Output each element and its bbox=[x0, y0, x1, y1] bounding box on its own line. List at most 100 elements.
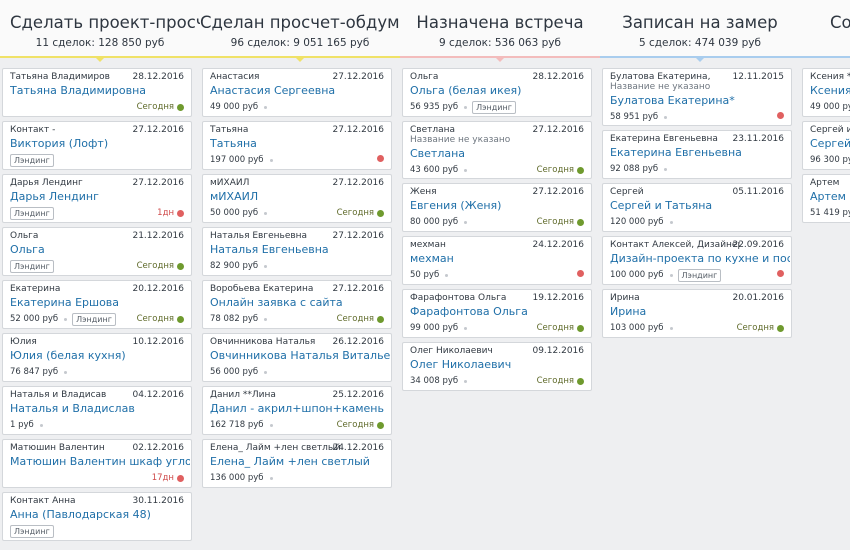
deal-card[interactable]: Артем Артем и 51 419 руб bbox=[802, 174, 850, 223]
deal-card[interactable]: Булатова Екатерина, 12.11.2015 Название не… bbox=[602, 68, 792, 126]
deal-card[interactable]: Овчинникова Наталья 26.12.2016 Овчинникова… bbox=[202, 333, 392, 382]
deal-card[interactable]: Ирина 20.01.2016 Ирина 103 000 руб Сегодня bbox=[602, 289, 792, 338]
card-contact[interactable]: мехман bbox=[410, 240, 540, 250]
card-contact[interactable]: Данил **Лина bbox=[210, 390, 340, 400]
card-deal-title[interactable]: Юлия (белая кухня) bbox=[10, 349, 190, 362]
card-contact[interactable]: Наталья Евгеньевна bbox=[210, 231, 340, 241]
card-deal-title[interactable]: Елена_ Лайм +лен светлый bbox=[210, 455, 390, 468]
column-header[interactable]: Назначена встреча 9 сделок: 536 063 руб bbox=[400, 0, 600, 62]
card-tag[interactable]: Лэндинг bbox=[72, 312, 116, 326]
deal-card[interactable]: Екатерина 20.12.2016 Екатерина Ершова 52 00… bbox=[2, 280, 192, 329]
card-deal-title[interactable]: Сергей и Мария bbox=[810, 137, 850, 150]
card-contact[interactable]: Фарафонтова Ольга bbox=[410, 293, 540, 303]
column-header[interactable]: Согласование bbox=[800, 0, 850, 58]
card-contact[interactable]: Светлана bbox=[410, 125, 540, 135]
column-header[interactable]: Сделать проект-просчет 11 сделок: 128 850… bbox=[0, 0, 200, 62]
card-deal-title[interactable]: Виктория (Лофт) bbox=[10, 137, 190, 150]
card-deal-title[interactable]: Екатерина Евгеньевна bbox=[610, 146, 790, 159]
deal-card[interactable]: Контакт Анна 30.11.2016 Анна (Павлодарская… bbox=[2, 492, 192, 541]
card-task-status[interactable] bbox=[577, 270, 584, 277]
deal-card[interactable]: Сергей и Мария Сергей и Мария 96 300 руб bbox=[802, 121, 850, 170]
card-contact[interactable]: Контакт Алексей, Дизайнер bbox=[610, 240, 740, 250]
card-contact[interactable]: Воробьева Екатерина bbox=[210, 284, 340, 294]
deal-card[interactable]: Данил **Лина 25.12.2016 Данил - акрил+шпон… bbox=[202, 386, 392, 435]
deal-card[interactable]: Анастасия 27.12.2016 Анастасия Сергеевна 49… bbox=[202, 68, 392, 117]
deal-card[interactable]: Наталья Евгеньевна 27.12.2016 Наталья Евге… bbox=[202, 227, 392, 276]
column-header[interactable]: Записан на замер 5 сделок: 474 039 руб bbox=[600, 0, 800, 62]
card-deal-title[interactable]: Фарафонтова Ольга bbox=[410, 305, 590, 318]
card-contact[interactable]: Ирина bbox=[610, 293, 740, 303]
deal-card[interactable]: Матюшин Валентин 02.12.2016 Матюшин Валент… bbox=[2, 439, 192, 488]
card-deal-title[interactable]: Дарья Лендинг bbox=[10, 190, 190, 203]
card-deal-title[interactable]: Наталья Евгеньевна bbox=[210, 243, 390, 256]
card-task-status[interactable]: Сегодня bbox=[137, 314, 184, 324]
deal-card[interactable]: Юлия 10.12.2016 Юлия (белая кухня) 76 847 р… bbox=[2, 333, 192, 382]
card-deal-title[interactable]: Наталья и Владислав bbox=[10, 402, 190, 415]
deal-card[interactable]: Светлана 27.12.2016 Название не указано Све… bbox=[402, 121, 592, 179]
deal-card[interactable]: Фарафонтова Ольга 19.12.2016 Фарафонтова О… bbox=[402, 289, 592, 338]
card-task-status[interactable]: Сегодня bbox=[737, 323, 784, 333]
card-contact[interactable]: Екатерина bbox=[10, 284, 140, 294]
card-task-status[interactable]: Сегодня bbox=[537, 165, 584, 175]
card-tag[interactable]: Лэндинг bbox=[10, 153, 54, 167]
card-deal-title[interactable]: Екатерина Ершова bbox=[10, 296, 190, 309]
card-task-status[interactable]: Сегодня bbox=[137, 102, 184, 112]
deal-card[interactable]: Контакт -27.12.2016 Виктория (Лофт) Лэндин… bbox=[2, 121, 192, 170]
card-tag[interactable]: Лэндинг bbox=[472, 100, 516, 114]
deal-card[interactable]: Женя 27.12.2016 Евгения (Женя) 80 000 руб Се… bbox=[402, 183, 592, 232]
deal-card[interactable]: Наталья и Владисав 04.12.2016 Наталья и Вл… bbox=[2, 386, 192, 435]
card-task-status[interactable]: Сегодня bbox=[537, 217, 584, 227]
card-deal-title[interactable]: Анна (Павлодарская 48) bbox=[10, 508, 190, 521]
deal-card[interactable]: Ксения **Ксения Ксения - 49 000 руб bbox=[802, 68, 850, 117]
card-deal-title[interactable]: Татьяна bbox=[210, 137, 390, 150]
card-task-status[interactable] bbox=[777, 270, 784, 277]
card-contact[interactable]: Сергей и Мария bbox=[810, 125, 850, 135]
card-contact[interactable]: Екатерина Евгеньевна bbox=[610, 134, 740, 144]
card-deal-title[interactable]: мИХАИЛ bbox=[210, 190, 390, 203]
card-deal-title[interactable]: Данил - акрил+шпон+камень bbox=[210, 402, 390, 415]
card-contact[interactable]: Матюшин Валентин bbox=[10, 443, 140, 453]
card-task-status[interactable]: 17дн bbox=[152, 473, 184, 483]
card-contact[interactable]: Олег Николаевич bbox=[410, 346, 540, 356]
deal-card[interactable]: Контакт Алексей, Дизайнер 22.09.2016 Дизай… bbox=[602, 236, 792, 285]
card-contact[interactable]: Сергей bbox=[610, 187, 740, 197]
deal-card[interactable]: Сергей 05.11.2016 Сергей и Татьяна 120 000 … bbox=[602, 183, 792, 232]
card-task-status[interactable]: Сегодня bbox=[337, 314, 384, 324]
deal-card[interactable]: мехман 24.12.2016 мехман 50 руб bbox=[402, 236, 592, 285]
card-tag[interactable]: Лэндинг bbox=[10, 259, 54, 273]
card-contact[interactable]: Юлия bbox=[10, 337, 140, 347]
card-task-status[interactable]: Сегодня bbox=[137, 261, 184, 271]
card-contact[interactable]: Контакт - bbox=[10, 125, 140, 135]
card-deal-title[interactable]: Ольга bbox=[10, 243, 190, 256]
deal-card[interactable]: Татьяна 27.12.2016 Татьяна 197 000 руб bbox=[202, 121, 392, 170]
card-contact[interactable]: Анастасия bbox=[210, 72, 340, 82]
card-deal-title[interactable]: Онлайн заявка с сайта bbox=[210, 296, 390, 309]
deal-card[interactable]: Ольга 21.12.2016 Ольга Лэндинг Сегодня bbox=[2, 227, 192, 276]
card-deal-title[interactable]: Артем и bbox=[810, 190, 850, 203]
deal-card[interactable]: Екатерина Евгеньевна 23.11.2016 Екатерина … bbox=[602, 130, 792, 179]
card-contact[interactable]: Артем bbox=[810, 178, 850, 188]
card-task-status[interactable]: Сегодня bbox=[537, 376, 584, 386]
card-deal-title[interactable]: мехман bbox=[410, 252, 590, 265]
card-contact[interactable]: мИХАИЛ bbox=[210, 178, 340, 188]
card-contact[interactable]: Ольга bbox=[410, 72, 540, 82]
deal-card[interactable]: Дарья Лендинг 27.12.2016 Дарья Лендинг Лэнд… bbox=[2, 174, 192, 223]
card-contact[interactable]: Овчинникова Наталья bbox=[210, 337, 340, 347]
card-deal-title[interactable]: Овчинникова Наталья Витальевна bbox=[210, 349, 390, 362]
card-deal-title[interactable]: Олег Николаевич bbox=[410, 358, 590, 371]
card-deal-title[interactable]: Евгения (Женя) bbox=[410, 199, 590, 212]
card-deal-title[interactable]: Анастасия Сергеевна bbox=[210, 84, 390, 97]
deal-card[interactable]: мИХАИЛ 27.12.2016 мИХАИЛ 50 000 руб Сегодня bbox=[202, 174, 392, 223]
card-deal-title[interactable]: Татьяна Владимировна bbox=[10, 84, 190, 97]
card-deal-title[interactable]: Ирина bbox=[610, 305, 790, 318]
card-task-status[interactable]: Сегодня bbox=[337, 208, 384, 218]
card-contact[interactable]: Татьяна bbox=[210, 125, 340, 135]
card-contact[interactable]: Контакт Анна bbox=[10, 496, 140, 506]
card-task-status[interactable] bbox=[777, 112, 784, 119]
card-contact[interactable]: Ксения **Ксения bbox=[810, 72, 850, 82]
deal-card[interactable]: Воробьева Екатерина 27.12.2016 Онлайн заяв… bbox=[202, 280, 392, 329]
column-header[interactable]: Сделан просчет-обдумывает 96 сделок: 9 05… bbox=[200, 0, 400, 62]
card-tag[interactable]: Лэндинг bbox=[10, 206, 54, 220]
card-contact[interactable]: Татьяна Владимиров bbox=[10, 72, 140, 82]
card-contact[interactable]: Женя bbox=[410, 187, 540, 197]
